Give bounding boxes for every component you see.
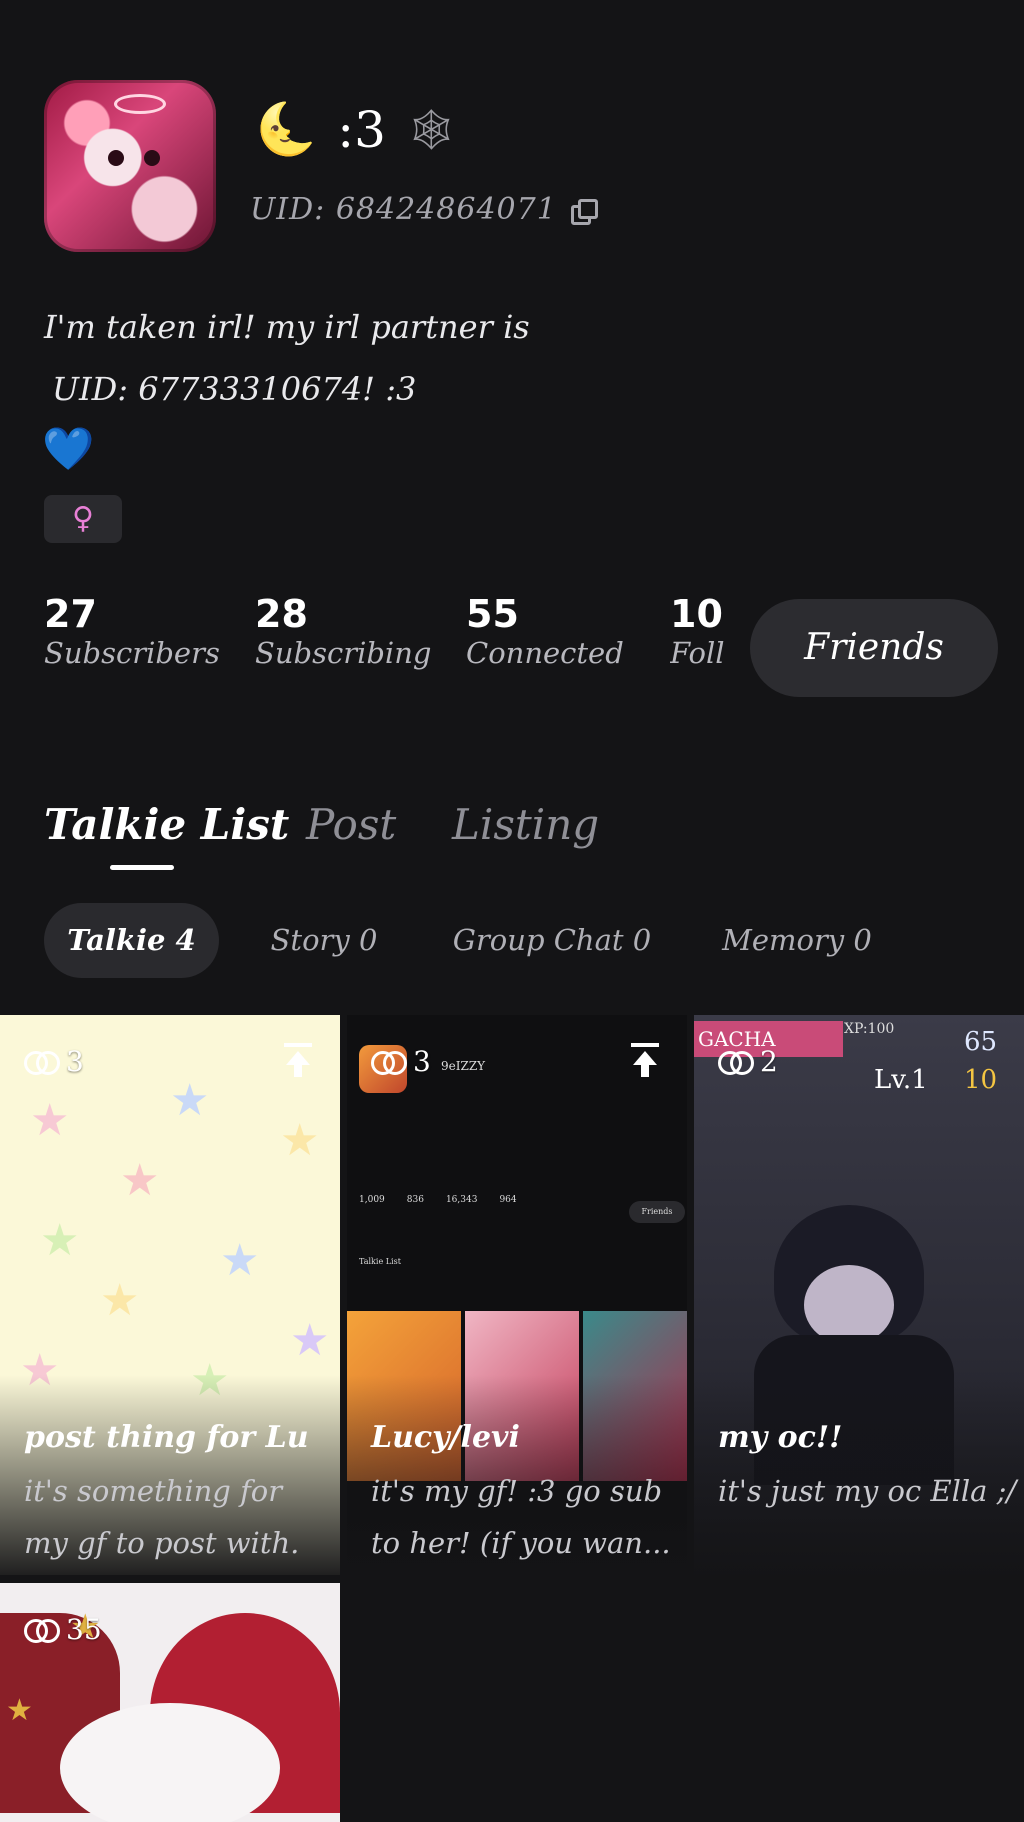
link-icon [24,1618,60,1643]
stat-value: 10 [670,592,723,636]
card-title: post thing for Lu [24,1420,309,1455]
card-desc-line-2: to her! (if you wan... [371,1526,671,1560]
pin-stem [294,1065,302,1077]
card-desc-line-1: it's just my oc Ella ;/ [718,1474,1017,1508]
link-icon [24,1050,60,1075]
tab-post[interactable]: Post [306,800,396,849]
card-desc-line-1: it's my gf! :3 go sub [371,1474,663,1508]
talkie-count: 35 [24,1613,102,1646]
web-icon: 🕸 [405,107,457,153]
star-decoration: ★ [170,1075,210,1126]
count-value: 2 [760,1045,778,1078]
stat-label: Subscribers [44,636,220,670]
star-decoration: ★ [30,1095,70,1146]
gold-value: 10 [964,1065,998,1095]
talkie-count: 3 [24,1045,84,1078]
uid-text: UID: 68424864071 [250,192,557,227]
tab-listing[interactable]: Listing [452,800,599,849]
star-decoration: ★ [280,1115,320,1166]
character-face [804,1265,894,1345]
uid-row: UID: 68424864071 [250,192,598,227]
mini-stat: 16,343 [445,1195,478,1205]
stat-value: 55 [466,592,519,636]
pin-stem [641,1065,649,1077]
talkie-card[interactable]: ★ ★ ★ ★ ★ ★ ★ ★ ★ ★ 3 post thing for Lu … [0,1015,340,1575]
tab-underline [110,865,174,870]
moon-icon: 🌜 [255,100,318,158]
star-decoration: ★ [100,1275,140,1326]
talkie-count: 3 [371,1045,431,1078]
star-decoration: ★ [290,1315,330,1366]
bio-line-1: I'm taken irl! my irl partner is [44,308,530,346]
stat-subscribers[interactable]: 27 Subscribers [44,592,220,670]
count-value: 3 [413,1045,431,1078]
heart-icon: 💙 [42,424,95,473]
bio-line-2: UID: 67733310674! :3 [52,370,417,408]
chip-story[interactable]: Story 0 [262,903,386,978]
level-label: Lv.1 [874,1065,928,1095]
card-desc-line-1: it's something for [24,1474,283,1508]
talkie-card[interactable]: GACHA XP:100 Lv.1 65 10 2 my oc!! it's j… [694,1015,1024,1575]
character-face [60,1703,280,1822]
stat-label: Connected [466,636,624,670]
stat-followers[interactable]: 10 Foll [670,592,732,670]
stat-connected[interactable]: 55 Connected [466,592,624,670]
card-desc-line-2: my gf to post with. i... [24,1526,300,1560]
halo-icon [114,94,166,114]
talkie-card[interactable]: 9eIZZY 1,009 836 16,343 964 Friends Talk… [347,1015,687,1575]
mini-stats: 1,009 836 16,343 964 [359,1195,517,1205]
count-value: 35 [66,1613,102,1646]
avatar-eye [108,150,124,166]
star-decoration: ★ [220,1235,260,1286]
friends-button[interactable]: Friends [750,599,998,697]
stat-subscribing[interactable]: 28 Subscribing [255,592,431,670]
card-title: my oc!! [718,1420,843,1455]
talkie-count: 2 [718,1045,778,1078]
card-title: Lucy/levi [371,1420,520,1455]
star-decoration: ★ [120,1155,160,1206]
stat-value: 27 [44,592,97,636]
gems-value: 65 [964,1027,998,1057]
copy-icon[interactable] [570,198,598,225]
mini-friends: Friends [629,1201,685,1223]
profile-avatar[interactable] [44,80,216,252]
chip-talkie[interactable]: Talkie 4 [44,903,219,978]
mini-stat: 836 [406,1195,424,1205]
chip-group-chat[interactable]: Group Chat 0 [452,903,652,978]
stat-value: 28 [255,592,308,636]
profile-name: 🌜 :3 🕸 [255,100,457,159]
stat-label: Foll [670,636,725,670]
link-icon [371,1050,407,1075]
link-icon [718,1050,754,1075]
talkie-card[interactable]: ★ ★ 35 [0,1583,340,1822]
mini-tab: Talkie List [359,1257,401,1266]
stat-label: Subscribing [255,636,432,670]
xp-label: XP:100 [844,1021,895,1037]
star-decoration: ★ [6,1693,33,1728]
mini-stat: 1,009 [359,1195,385,1205]
display-name: :3 [337,100,386,159]
chip-memory[interactable]: Memory 0 [722,903,872,978]
mini-name: 9eIZZY [441,1059,486,1073]
count-value: 3 [66,1045,84,1078]
star-decoration: ★ [40,1215,80,1266]
gender-badge: ♀ [44,495,122,543]
mini-stat: 964 [499,1195,517,1205]
tab-talkie-list[interactable]: Talkie List [44,800,289,849]
avatar-eye [144,150,160,166]
